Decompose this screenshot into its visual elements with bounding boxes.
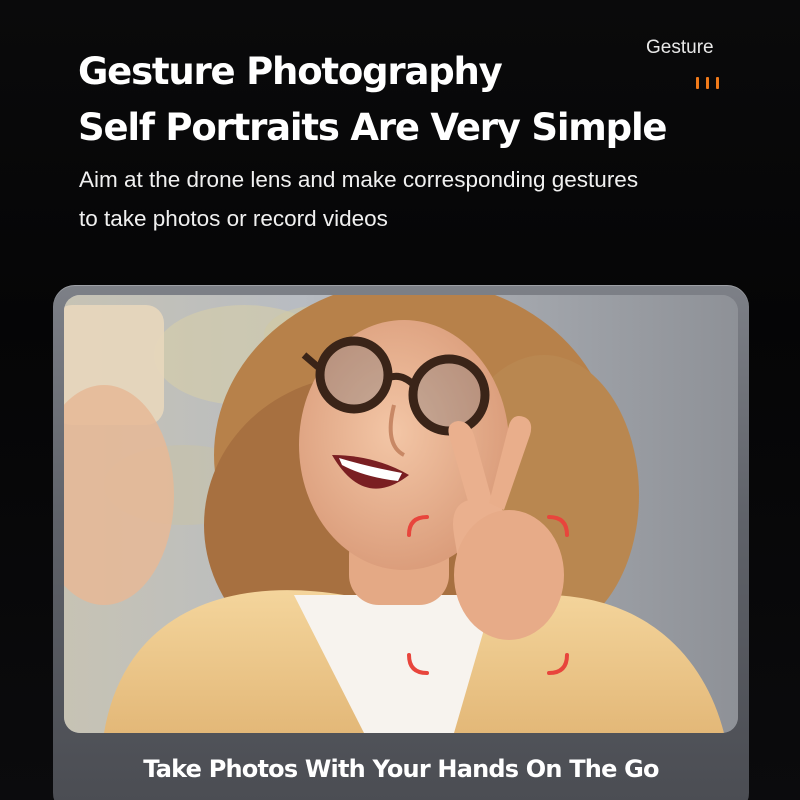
feature-card: Take Photos With Your Hands On The Go [53,285,749,800]
title-line-1: Gesture Photography [78,50,503,93]
title-line-2: Self Portraits Are Very Simple [78,106,668,149]
gesture-badge-label: Gesture [646,37,714,58]
card-caption: Take Photos With Your Hands On The Go [143,755,659,783]
subtitle-line-2: to take photos or record videos [79,206,388,231]
bars-icon [696,77,726,89]
selfie-photo [64,295,738,733]
selfie-illustration [64,295,738,733]
gesture-badge: Gesture [646,37,726,89]
subtitle-line-1: Aim at the drone lens and make correspon… [79,167,639,192]
page-subtitle: Aim at the drone lens and make correspon… [79,160,638,238]
page: Gesture Photography Self Portraits Are V… [0,0,800,800]
page-title: Gesture Photography Self Portraits Are V… [78,44,668,156]
